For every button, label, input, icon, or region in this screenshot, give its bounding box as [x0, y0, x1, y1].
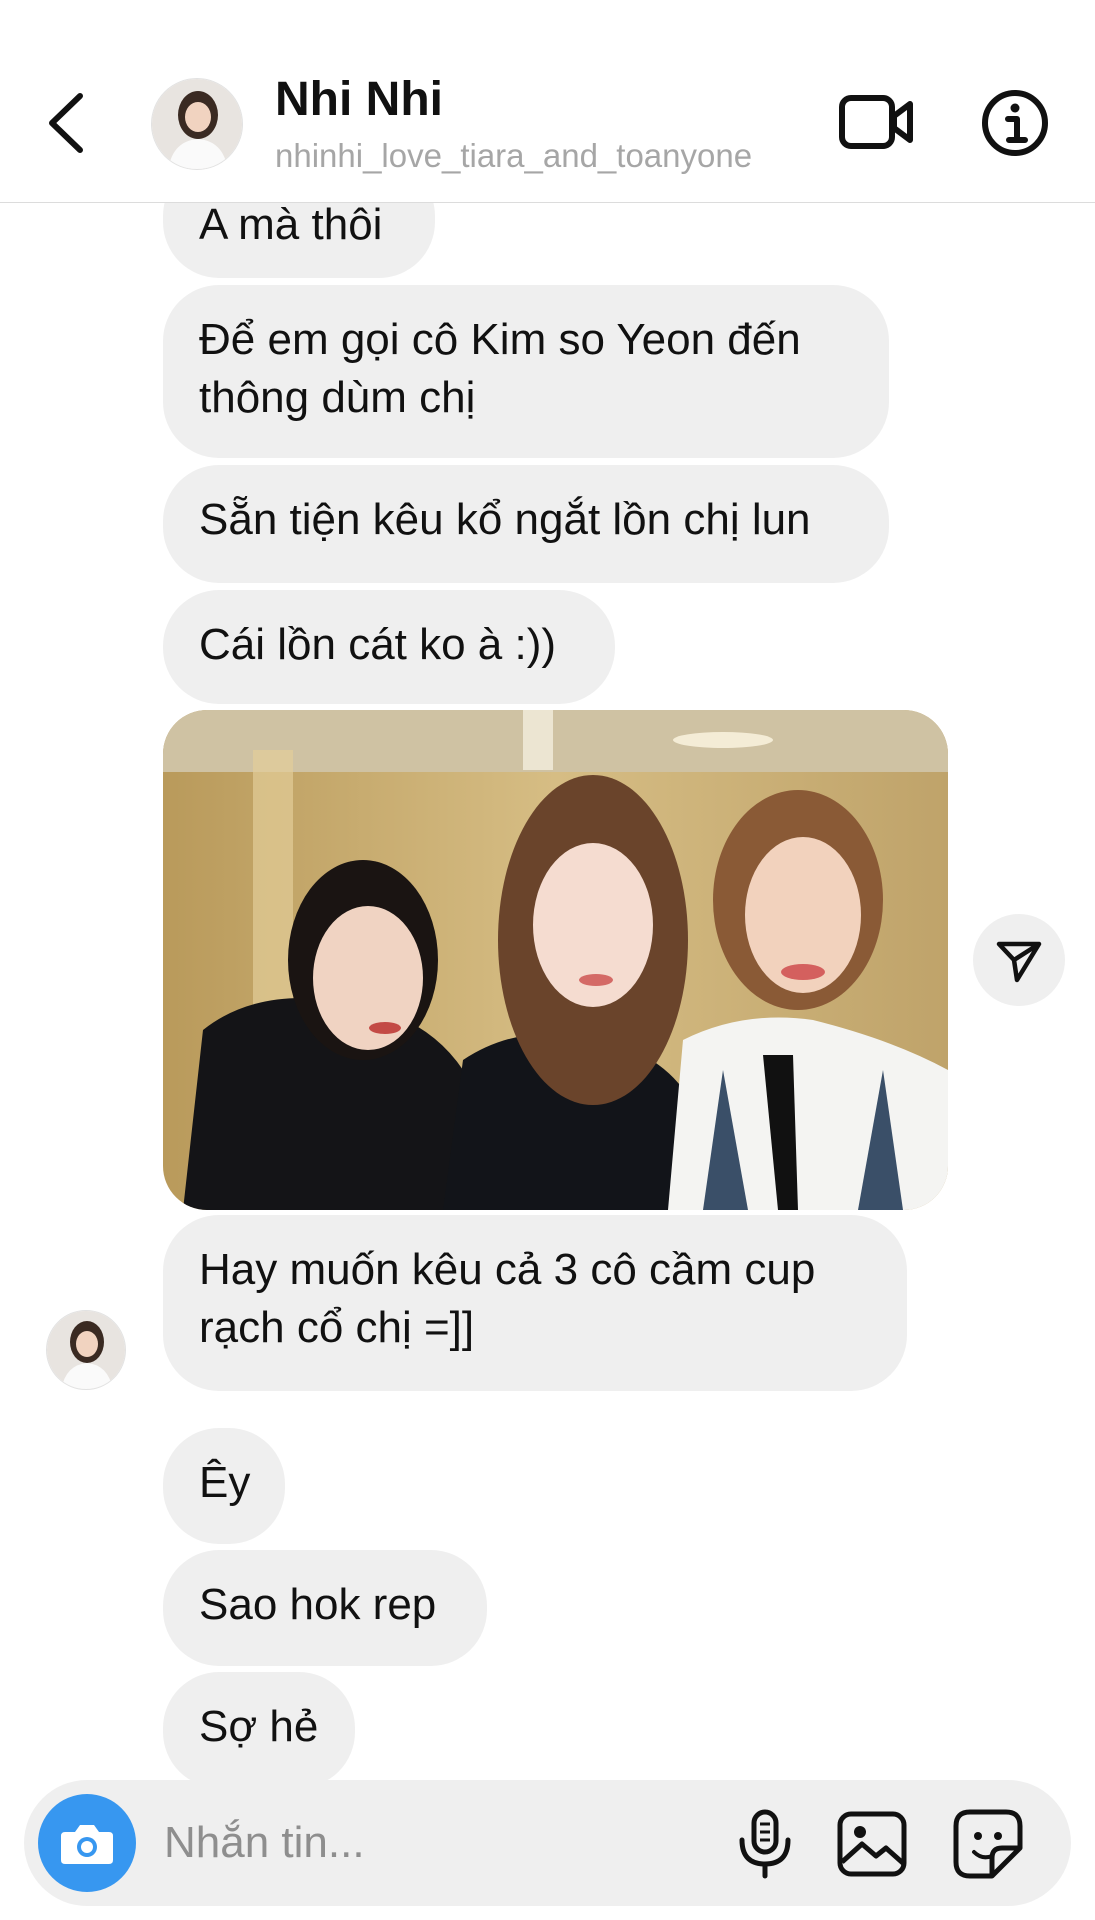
back-chevron-icon: [49, 93, 83, 153]
video-call-icon: [839, 95, 913, 149]
contact-avatar[interactable]: [151, 78, 243, 170]
chat-header: Nhi Nhi nhinhi_love_tiara_and_toanyone: [0, 0, 1095, 203]
message-bubble[interactable]: Để em gọi cô Kim so Yeon đến thông dùm c…: [163, 285, 889, 458]
message-input[interactable]: [164, 1814, 704, 1872]
info-icon: [982, 90, 1048, 156]
share-button[interactable]: [973, 914, 1065, 1006]
send-icon: [996, 941, 1042, 983]
sticker-button[interactable]: [952, 1808, 1024, 1880]
microphone-button[interactable]: [730, 1808, 800, 1880]
shared-photo[interactable]: [163, 710, 948, 1210]
gallery-button[interactable]: [836, 1810, 908, 1878]
message-bubble[interactable]: Sẵn tiện kêu kổ ngắt lồn chị lun: [163, 465, 889, 583]
message-bubble[interactable]: Hay muốn kêu cả 3 cô cầm cup rạch cổ chị…: [163, 1215, 907, 1391]
contact-name[interactable]: Nhi Nhi: [275, 72, 443, 127]
contact-username: nhinhi_love_tiara_and_toanyone: [275, 137, 753, 174]
video-call-button[interactable]: [838, 92, 914, 152]
camera-icon: [61, 1825, 113, 1864]
sticker-icon: [953, 1809, 1023, 1879]
sender-avatar[interactable]: [46, 1310, 126, 1390]
message-bubble[interactable]: Cái lồn cát ko à :)): [163, 590, 615, 704]
back-button[interactable]: [40, 90, 96, 156]
camera-button[interactable]: [38, 1794, 136, 1892]
gallery-icon: [837, 1811, 907, 1877]
message-bubble[interactable]: Sợ hẻ: [163, 1672, 355, 1788]
microphone-icon: [739, 1809, 791, 1879]
message-composer: [24, 1780, 1071, 1906]
info-button[interactable]: [980, 88, 1050, 158]
message-bubble[interactable]: Sao hok rep: [163, 1550, 487, 1666]
message-bubble[interactable]: Êy: [163, 1428, 285, 1544]
